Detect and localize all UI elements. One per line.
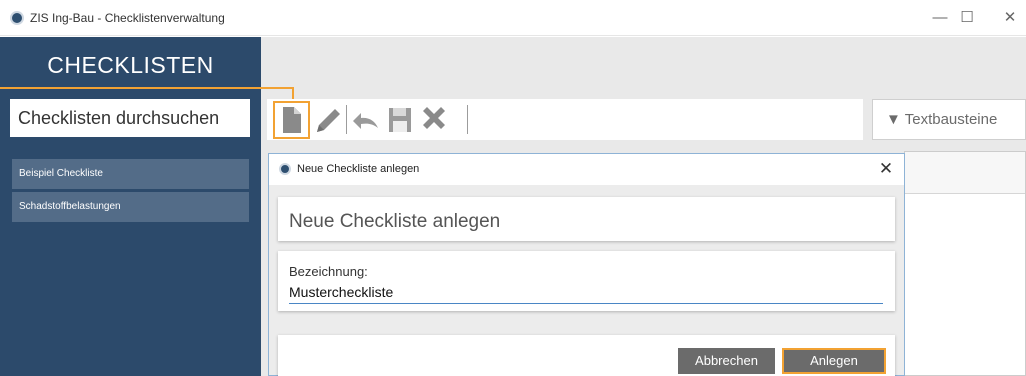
new-checklist-button[interactable] [273,101,310,139]
delete-icon [423,107,445,129]
save-icon [389,108,411,132]
dialog-header-card: Neue Checkliste anlegen [278,197,895,241]
sidebar-title: CHECKLISTEN [47,52,214,78]
bezeichnung-input[interactable] [289,281,883,304]
content-panel [904,151,1026,376]
sidebar-item-beispiel-checkliste[interactable]: Beispiel Checkliste [12,159,249,189]
window-titlebar: ZIS Ing-Bau - Checklistenverwaltung — ☐ … [0,0,1026,36]
sidebar-item-schadstoffbelastungen[interactable]: Schadstoffbelastungen [12,192,249,222]
maximize-button[interactable]: ☐ [955,7,979,29]
minimize-button[interactable]: — [928,7,952,29]
textbausteine-dropdown[interactable]: ▼ Textbausteine [872,99,1026,140]
edit-button[interactable] [311,99,344,140]
dialog-app-icon [279,163,291,175]
callout-line-vertical [292,87,294,99]
dialog-heading: Neue Checkliste anlegen [289,211,501,232]
checklist-search-field[interactable]: Checklisten durchsuchen [10,99,250,137]
dialog-button-card: Abbrechen Anlegen [278,335,895,376]
delete-button[interactable] [417,99,450,140]
create-button[interactable]: Anlegen [782,348,886,374]
app-icon [10,11,24,25]
dialog-titlebar: Neue Checkliste anlegen ✕ [269,154,904,185]
undo-icon [353,113,378,129]
dialog-close-button[interactable]: ✕ [876,158,896,180]
callout-line [0,87,294,89]
undo-button[interactable] [349,99,382,140]
new-document-icon [283,107,301,133]
dialog-form-card: Bezeichnung: [278,251,895,311]
toolbar-separator [346,105,347,134]
save-button[interactable] [384,99,417,140]
bezeichnung-label: Bezeichnung: [289,264,368,279]
content-panel-header [905,152,1025,194]
new-checklist-dialog: Neue Checkliste anlegen ✕ Neue Checklist… [268,153,905,376]
search-label: Checklisten durchsuchen [18,108,220,128]
window-close-button[interactable]: ✕ [998,7,1022,29]
pencil-icon [317,109,340,132]
toolbar-separator [467,105,468,134]
window-title: ZIS Ing-Bau - Checklistenverwaltung [30,11,225,25]
dialog-title: Neue Checkliste anlegen [297,163,420,175]
cancel-button[interactable]: Abbrechen [678,348,775,374]
toolbar [267,99,863,140]
